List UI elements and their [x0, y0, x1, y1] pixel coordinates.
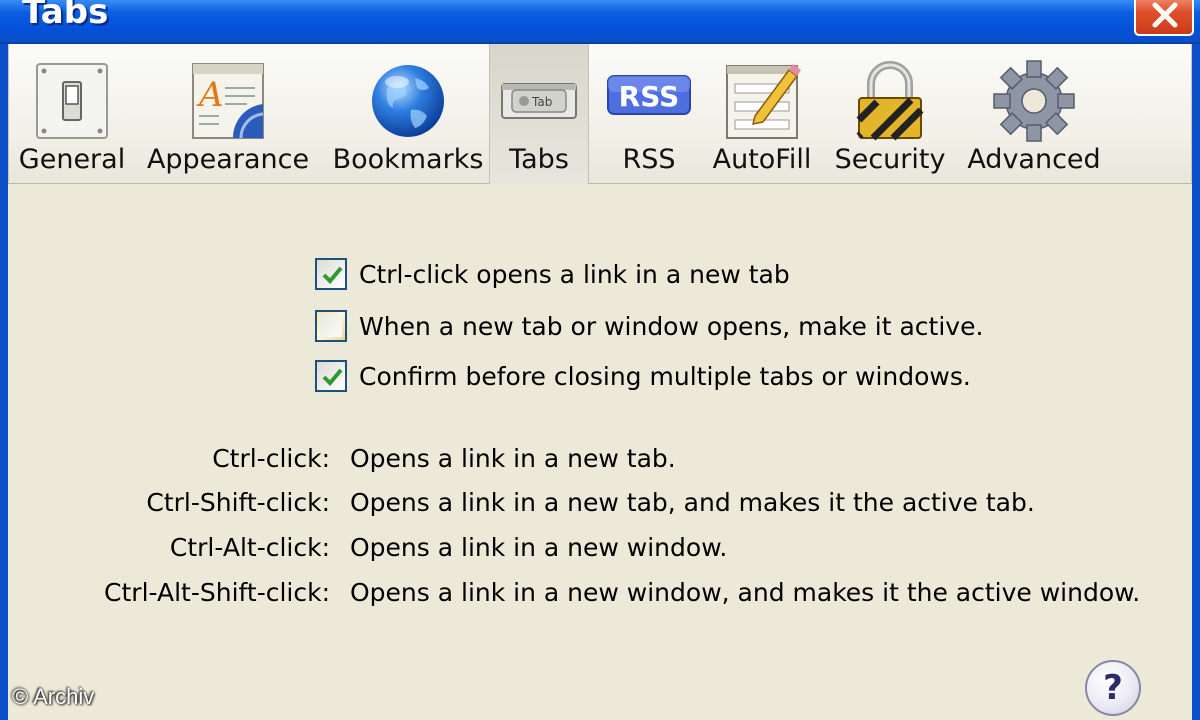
checkbox-unchecked[interactable]: [315, 310, 347, 342]
checkbox-checked[interactable]: [315, 258, 347, 290]
option-label: Confirm before closing multiple tabs or …: [359, 361, 971, 391]
toolbar-label: Tabs: [509, 144, 569, 175]
option-label: Ctrl-click opens a link in a new tab: [359, 259, 790, 289]
checkbox-checked[interactable]: [315, 360, 347, 392]
shortcut-row: Ctrl-Alt-Shift-click: Opens a link in a …: [0, 578, 1200, 612]
shortcut-description: Opens a link in a new tab.: [350, 444, 676, 473]
close-button[interactable]: [1134, 0, 1194, 36]
toolbar-item-bookmarks[interactable]: Bookmarks: [323, 44, 493, 184]
toolbar-item-appearance[interactable]: A Appearance: [143, 44, 313, 184]
title-bar[interactable]: Tabs: [0, 0, 1200, 44]
help-button[interactable]: ?: [1085, 660, 1141, 716]
shortcut-key: Ctrl-Alt-Shift-click:: [104, 578, 330, 607]
toolbar-item-advanced[interactable]: Advanced: [959, 44, 1109, 184]
toolbar-label: Appearance: [146, 144, 310, 175]
toolbar-label: Security: [834, 144, 946, 175]
svg-text:A: A: [196, 75, 224, 115]
close-icon: [1152, 2, 1178, 28]
shortcut-key: Ctrl-click:: [212, 444, 330, 473]
svg-text:RSS: RSS: [619, 80, 680, 113]
light-switch-icon: [36, 63, 108, 139]
shortcut-key: Ctrl-Alt-click:: [169, 533, 330, 562]
checkmark-icon: [322, 266, 343, 284]
rss-icon: RSS: [607, 75, 691, 115]
shortcut-description: Opens a link in a new window.: [350, 533, 728, 562]
option-confirm-closing[interactable]: Confirm before closing multiple tabs or …: [315, 358, 971, 394]
gear-icon: [993, 60, 1075, 142]
shortcut-description: Opens a link in a new tab, and makes it …: [350, 488, 1035, 517]
checkmark-icon: [322, 368, 343, 386]
option-ctrl-click-new-tab[interactable]: Ctrl-click opens a link in a new tab: [315, 256, 790, 292]
shortcut-description: Opens a link in a new window, and makes …: [350, 578, 1141, 607]
toolbar-item-tabs[interactable]: Tab Tabs: [489, 44, 589, 184]
shortcut-row: Ctrl-click: Opens a link in a new tab.: [0, 444, 1200, 478]
copyright-watermark: © Archiv: [12, 684, 95, 709]
svg-text:Tab: Tab: [531, 95, 552, 109]
window-title: Tabs: [22, 0, 109, 32]
toolbar-label: Bookmarks: [332, 144, 484, 175]
preferences-toolbar: General A Appearance Bookmarks Tab Tabs …: [8, 44, 1192, 184]
toolbar-label: AutoFill: [712, 144, 812, 175]
tab-icon: Tab: [501, 83, 577, 119]
toolbar-label: General: [18, 144, 126, 175]
toolbar-label: RSS: [622, 144, 676, 175]
window-frame-right: [1192, 44, 1200, 720]
option-label: When a new tab or window opens, make it …: [359, 311, 984, 341]
padlock-icon: [856, 61, 924, 141]
shortcut-key: Ctrl-Shift-click:: [146, 488, 330, 517]
toolbar-item-security[interactable]: Security: [825, 44, 955, 184]
option-make-active[interactable]: When a new tab or window opens, make it …: [315, 308, 983, 344]
window-frame-left: [0, 44, 8, 720]
toolbar-item-autofill[interactable]: AutoFill: [709, 44, 815, 184]
toolbar-label: Advanced: [967, 144, 1101, 175]
shortcut-row: Ctrl-Shift-click: Opens a link in a new …: [0, 488, 1200, 522]
globe-icon: [372, 65, 444, 137]
toolbar-item-general[interactable]: General: [9, 44, 135, 184]
font-style-icon: A: [192, 63, 264, 139]
toolbar-item-rss[interactable]: RSS RSS: [599, 44, 699, 184]
form-pencil-icon: [726, 64, 801, 139]
shortcut-row: Ctrl-Alt-click: Opens a link in a new wi…: [0, 533, 1200, 567]
